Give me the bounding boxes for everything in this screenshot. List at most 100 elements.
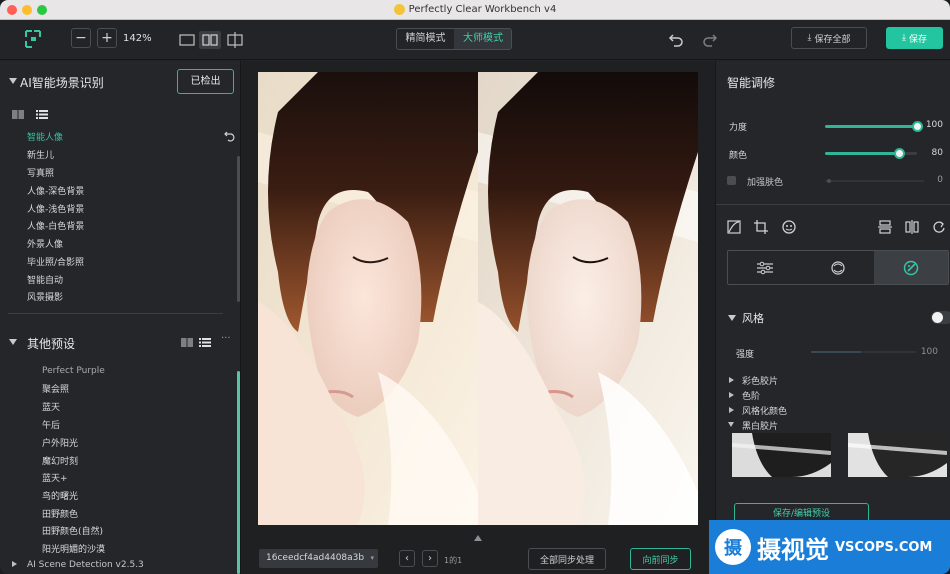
preset-item[interactable]: 聚会照 [42,382,69,395]
scene-item[interactable]: 风景摄影 [27,290,63,303]
collapse-preset-icon[interactable] [9,339,17,345]
style-toggle[interactable] [931,311,950,324]
more-options-icon[interactable]: ··· [221,333,231,344]
preset-item[interactable]: 阳光明媚的沙漠 [42,542,105,555]
mode-simple-tab[interactable]: 精简模式 [397,29,454,49]
panel-tabs [727,250,949,285]
preset-scrollbar[interactable] [237,371,240,574]
redo-icon[interactable] [702,31,718,47]
save-all-button[interactable]: ⤓ 保存全部 [791,27,867,49]
preset-list-view-icon[interactable] [199,338,211,347]
bw-film-thumbnail[interactable] [848,433,947,477]
photo-after [478,72,698,525]
preset-grid-view-icon[interactable] [181,338,193,347]
watermark-logo: 摄 [715,529,751,565]
app-window: Perfectly Clear Workbench v4 − + 142% 精简… [0,0,950,574]
reset-scene-icon[interactable] [224,130,236,142]
flip-horizontal-icon[interactable] [905,220,919,234]
tab-adjust[interactable] [728,251,801,284]
face-tool-icon[interactable] [782,220,796,234]
filename-select[interactable]: 16ceedcf4ad4408a3b ▾ [259,549,378,568]
bw-film-thumbnail[interactable] [732,433,831,477]
intensity-value: 100 [920,347,938,357]
scene-item[interactable]: 人像-深色背景 [27,184,84,197]
preset-item[interactable]: 蓝天 [42,400,60,413]
tab-effects[interactable] [801,251,874,284]
page-indicator: 1的1 [444,556,463,565]
split-view-button[interactable] [199,31,221,49]
scene-item[interactable]: 人像-浅色背景 [27,202,84,215]
scene-item[interactable]: 新生儿 [27,148,54,161]
zoom-in-button[interactable]: + [97,28,117,48]
scene-item[interactable]: 写真照 [27,166,54,179]
style-subitem[interactable]: 色阶 [742,389,760,402]
divider [716,204,950,205]
sync-all-button[interactable]: 全部同步处理 [528,548,606,570]
save-button[interactable]: ⤓ 保存 [886,27,943,49]
strength-value: 100 [925,120,943,130]
skin-enhance-checkbox[interactable] [727,176,736,185]
adjust-title: 智能调修 [727,76,776,90]
style-subitem[interactable]: 黑白胶片 [742,419,778,432]
collapse-style-icon[interactable] [728,315,736,321]
intensity-slider[interactable] [811,351,916,353]
expand-icon[interactable] [729,392,734,398]
expand-icon[interactable] [729,407,734,413]
crop-tool-icon[interactable] [754,220,768,234]
color-value: 80 [931,148,943,158]
save-all-label: 保存全部 [814,34,851,45]
preset-item[interactable]: 魔幻时刻 [42,454,78,467]
curves-tool-icon[interactable] [727,220,741,234]
expand-icon[interactable] [729,377,734,383]
minimize-window-button[interactable] [22,5,32,15]
prev-image-button[interactable]: ‹ [399,550,415,567]
preset-item[interactable]: 田野颜色(自然) [42,524,103,537]
tab-style[interactable] [874,251,948,284]
scene-item[interactable]: 毕业照/合影照 [27,255,84,268]
style-subitem[interactable]: 风格化颜色 [742,404,787,417]
color-knob[interactable] [894,148,905,159]
collapse-icon[interactable] [728,422,734,427]
mode-toggle: 精简模式 大师模式 [396,28,512,50]
style-palette-icon [903,260,919,275]
expand-footer-icon[interactable] [12,561,17,567]
grid-view-icon[interactable] [12,110,24,119]
preset-item[interactable]: 鸟的曙光 [42,489,78,502]
divider [8,313,223,314]
preset-item[interactable]: 蓝天+ [42,471,68,484]
rotate-icon[interactable] [932,220,946,234]
image-canvas[interactable]: 16ceedcf4ad4408a3b ▾ ‹ › 1的1 全部同步处理 向前同步 [242,61,714,574]
single-view-icon[interactable] [179,34,195,46]
zoom-window-button[interactable] [37,5,47,15]
color-slider[interactable] [825,148,917,159]
preset-item[interactable]: 户外阳光 [42,436,78,449]
scene-scrollbar[interactable] [237,156,240,302]
preset-item[interactable]: 田野颜色 [42,507,78,520]
color-fill [825,152,899,155]
collapse-scene-icon[interactable] [9,78,17,84]
expand-filmstrip-icon[interactable] [474,535,482,541]
scene-item[interactable]: 智能自动 [27,273,63,286]
footer-item[interactable]: AI Scene Detection v2.5.3 [27,560,144,570]
skin-enhance-slider[interactable] [825,179,924,183]
save-all-icon: ⤓ [807,33,812,43]
preset-item[interactable]: 午后 [42,418,60,431]
next-image-button[interactable]: › [422,550,438,567]
flip-vertical-icon[interactable] [878,220,892,234]
scene-item[interactable]: 外景人像 [27,237,63,250]
left-panel: AI智能场景识别 已检出 智能人像 新生儿 写真照 人像-深色背景 人像-浅色背… [0,61,241,574]
scene-item[interactable]: 智能人像 [27,130,63,143]
close-window-button[interactable] [7,5,17,15]
detected-button[interactable]: 已检出 [177,69,234,94]
strength-slider[interactable] [825,121,923,132]
skin-enhance-knob[interactable] [827,179,831,183]
scene-item[interactable]: 人像-白色背景 [27,219,84,232]
zoom-out-button[interactable]: − [71,28,91,48]
sync-forward-button[interactable]: 向前同步 [630,548,691,570]
mode-master-tab[interactable]: 大师模式 [454,29,511,49]
undo-icon[interactable] [668,31,684,47]
style-subitem[interactable]: 彩色胶片 [742,374,778,387]
compare-view-icon[interactable] [226,32,244,48]
preset-item[interactable]: Perfect Purple [42,366,105,376]
list-view-icon[interactable] [36,110,48,119]
